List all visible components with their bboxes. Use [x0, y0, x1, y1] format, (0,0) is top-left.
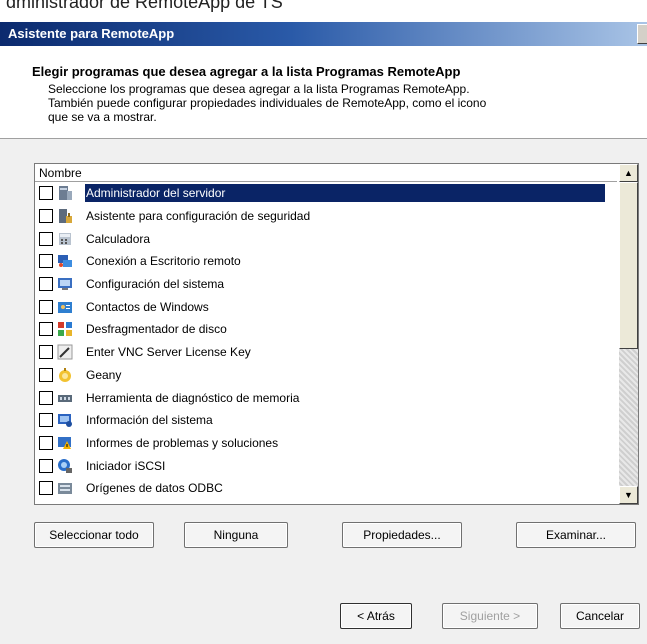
item-checkbox[interactable] — [39, 209, 53, 224]
none-button[interactable]: Ninguna — [184, 522, 288, 548]
scroll-thumb[interactable] — [619, 182, 638, 349]
odbc-icon — [57, 480, 73, 496]
scroll-down-button[interactable]: ▼ — [619, 486, 638, 504]
item-label: Orígenes de datos ODBC — [86, 481, 223, 496]
item-checkbox[interactable] — [39, 458, 53, 473]
list-item[interactable]: Orígenes de datos ODBC — [35, 477, 617, 500]
security-config-icon — [57, 208, 73, 224]
wizard-header: Elegir programas que desea agregar a la … — [0, 46, 647, 139]
description-line-1: Seleccione los programas que desea agreg… — [48, 82, 470, 96]
item-label: Administrador del servidor — [86, 186, 226, 201]
item-label: Desfragmentador de disco — [86, 322, 227, 337]
list-item[interactable]: Geany — [35, 364, 617, 387]
item-checkbox[interactable] — [39, 299, 53, 314]
browse-button[interactable]: Examinar... — [516, 522, 636, 548]
wizard-titlebar[interactable]: Asistente para RemoteApp — [0, 22, 647, 46]
list-item[interactable]: Asistente para configuración de segurida… — [35, 205, 617, 228]
list-item[interactable]: Iniciador iSCSI — [35, 454, 617, 477]
system-info-icon — [57, 412, 73, 428]
item-checkbox[interactable] — [39, 435, 53, 450]
list-item[interactable]: Administrador del servidor — [35, 182, 617, 205]
programs-list-rows: Administrador del servidor Asistente para… — [35, 182, 617, 500]
titlebar-control-button[interactable] — [637, 24, 647, 44]
column-header-label: Nombre — [39, 166, 82, 180]
list-item[interactable]: Conexión a Escritorio remoto — [35, 250, 617, 273]
page-title: Elegir programas que desea agregar a la … — [32, 64, 461, 79]
list-item[interactable]: Calculadora — [35, 227, 617, 250]
item-label: Informes de problemas y soluciones — [86, 435, 279, 450]
list-item[interactable]: Información del sistema — [35, 409, 617, 432]
item-checkbox[interactable] — [39, 481, 53, 496]
item-label: Información del sistema — [86, 413, 213, 428]
system-config-icon — [57, 276, 73, 292]
item-checkbox[interactable] — [39, 345, 53, 360]
item-label: Enter VNC Server License Key — [86, 345, 251, 360]
list-item[interactable]: Desfragmentador de disco — [35, 318, 617, 341]
iscsi-icon — [57, 458, 73, 474]
properties-button[interactable]: Propiedades... — [342, 522, 462, 548]
item-checkbox[interactable] — [39, 413, 53, 428]
background-window-titlebar: dministrador de RemoteApp de TS — [0, 0, 647, 22]
item-checkbox[interactable] — [39, 254, 53, 269]
item-label: Conexión a Escritorio remoto — [86, 254, 241, 269]
item-label: Calculadora — [86, 231, 151, 246]
select-all-button[interactable]: Seleccionar todo — [34, 522, 154, 548]
item-label: Iniciador iSCSI — [86, 458, 166, 473]
list-item[interactable]: Enter VNC Server License Key — [35, 341, 617, 364]
list-item[interactable]: Contactos de Windows — [35, 295, 617, 318]
item-label: Asistente para configuración de segurida… — [86, 209, 311, 224]
description-line-2: También puede configurar propiedades ind… — [48, 96, 487, 110]
contacts-icon — [57, 299, 73, 315]
problem-reports-icon — [57, 435, 73, 451]
item-label: Contactos de Windows — [86, 299, 209, 314]
defrag-icon — [57, 321, 73, 337]
item-checkbox[interactable] — [39, 390, 53, 405]
item-checkbox[interactable] — [39, 186, 53, 201]
page-description: Seleccione los programas que desea agreg… — [48, 82, 588, 124]
description-line-3: que se va a mostrar. — [48, 110, 157, 124]
item-checkbox[interactable] — [39, 322, 53, 337]
vertical-scrollbar[interactable]: ▲ ▼ — [619, 164, 638, 504]
item-label: Herramienta de diagnóstico de memoria — [86, 390, 300, 405]
memory-diagnostic-icon — [57, 390, 73, 406]
remote-desktop-icon — [57, 253, 73, 269]
calculator-icon — [57, 231, 73, 247]
cancel-button[interactable]: Cancelar — [560, 603, 640, 629]
background-window-title: dministrador de RemoteApp de TS — [6, 0, 283, 12]
list-item[interactable]: Configuración del sistema — [35, 273, 617, 296]
back-button[interactable]: < Atrás — [340, 603, 412, 629]
column-header-name[interactable]: Nombre — [35, 164, 617, 182]
item-label: Configuración del sistema — [86, 277, 225, 292]
item-checkbox[interactable] — [39, 277, 53, 292]
item-checkbox[interactable] — [39, 231, 53, 246]
wizard-title: Asistente para RemoteApp — [8, 26, 175, 41]
list-item[interactable]: Herramienta de diagnóstico de memoria — [35, 386, 617, 409]
scroll-up-button[interactable]: ▲ — [619, 164, 638, 182]
item-label: Geany — [86, 367, 122, 382]
server-manager-icon — [57, 185, 73, 201]
next-button[interactable]: Siguiente > — [442, 603, 538, 629]
vnc-key-icon — [57, 344, 73, 360]
programs-list[interactable]: Nombre Administrador del servidor Asisten… — [34, 163, 639, 505]
geany-icon — [57, 367, 73, 383]
item-checkbox[interactable] — [39, 367, 53, 382]
list-item[interactable]: Informes de problemas y soluciones — [35, 432, 617, 455]
